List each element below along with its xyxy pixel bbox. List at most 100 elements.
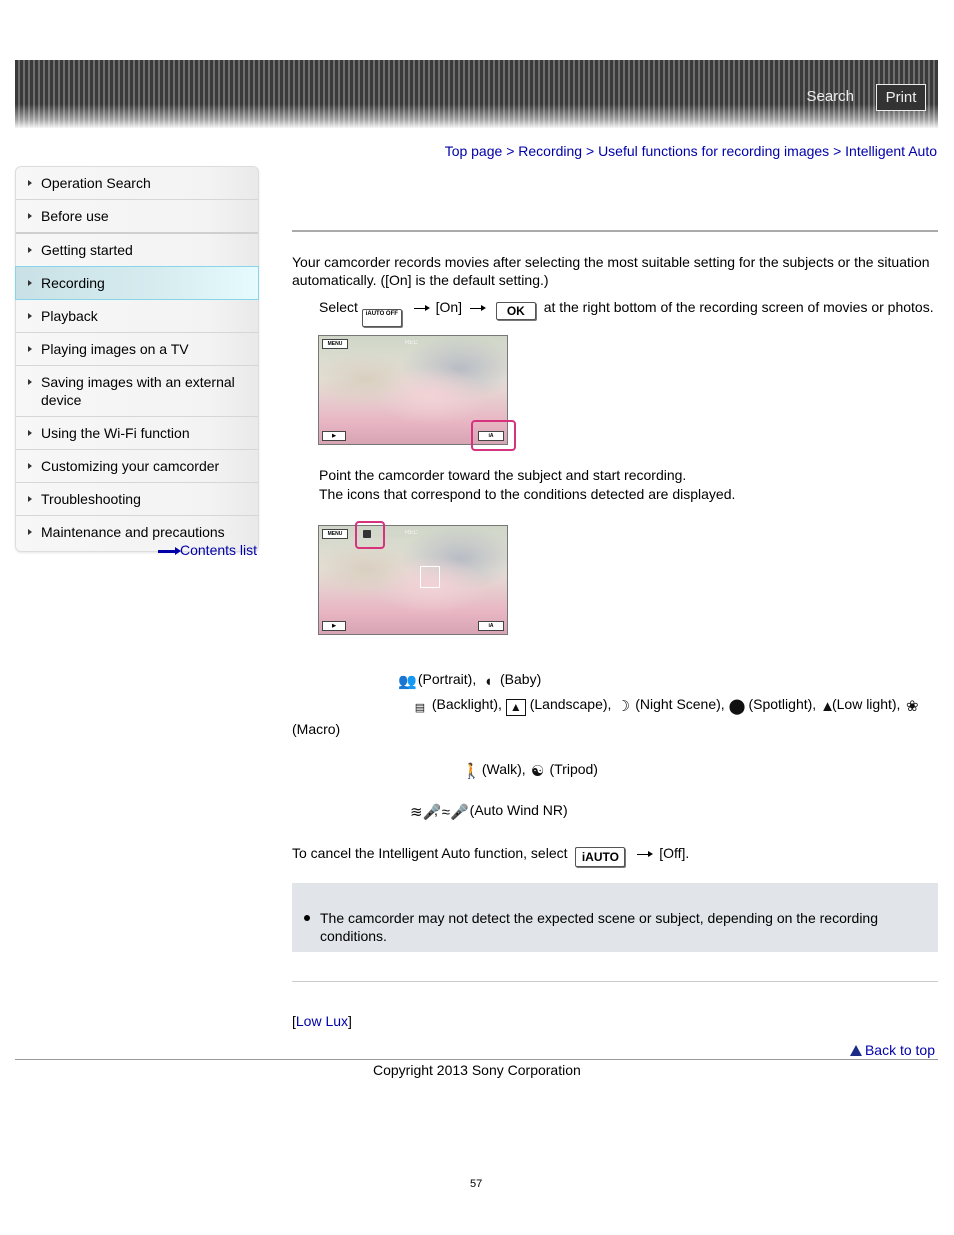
menu-button-icon: MENU — [322, 529, 348, 539]
portrait-label: (Portrait), — [417, 671, 477, 687]
low-light-icon: ▲ — [820, 698, 835, 715]
triangle-right-icon — [28, 529, 32, 535]
back-to-top-label: Back to top — [864, 1042, 935, 1058]
arrow-icon — [469, 304, 486, 311]
sidebar-item-label: Troubleshooting — [41, 491, 141, 507]
breadcrumb-separator: > — [833, 143, 842, 159]
triangle-up-icon — [849, 1045, 862, 1056]
intelligent-auto-icon: iAUTO — [575, 847, 626, 867]
note-text: The camcorder may not detect the expecte… — [320, 910, 879, 944]
sidebar-item-label: Getting started — [41, 242, 133, 258]
sidebar-item-recording[interactable]: Recording — [15, 266, 259, 300]
macro-label: (Macro) — [292, 721, 341, 737]
spotlight-label: (Spotlight), — [748, 696, 817, 712]
auto-wind-nr-icon: ≈🎤 — [441, 804, 469, 821]
tripod-label: (Tripod) — [549, 761, 598, 777]
sidebar-item-label: Operation Search — [41, 175, 151, 191]
breadcrumb-useful-functions[interactable]: Useful functions for recording images — [598, 143, 829, 159]
breadcrumb-recording[interactable]: Recording — [518, 143, 582, 159]
triangle-right-icon — [28, 496, 32, 502]
copyright: Copyright 2013 Sony Corporation — [373, 1062, 581, 1078]
contents-list-label: Contents list — [180, 542, 258, 558]
baby-icon: ◖ — [483, 673, 493, 690]
sidebar-item-playing-on-tv[interactable]: Playing images on a TV — [16, 333, 258, 366]
step2-line2: The icons that correspond to the conditi… — [319, 486, 736, 502]
backlight-label: (Backlight), — [431, 696, 502, 712]
bullet-icon — [304, 915, 310, 921]
print-button[interactable]: Print — [876, 84, 926, 111]
triangle-right-icon — [28, 280, 32, 286]
back-to-top-link[interactable]: Back to top — [849, 1042, 935, 1058]
scene-detection-line: ▤ (Backlight), ▲ (Landscape), ☽ (Night S… — [412, 693, 920, 716]
header-bar: Search Print — [15, 60, 938, 128]
related-topics: [Low Lux] — [292, 1012, 352, 1030]
face-detection-frame — [420, 566, 440, 588]
arrow-right-icon — [158, 546, 181, 555]
sidebar-item-getting-started[interactable]: Getting started — [16, 234, 258, 267]
sidebar-item-label: Maintenance and precautions — [41, 524, 225, 540]
step1-prefix: Select — [319, 299, 358, 315]
sidebar-item-label: Customizing your camcorder — [41, 458, 220, 474]
spotlight-icon: ⬤ — [728, 698, 746, 715]
triangle-right-icon — [28, 346, 32, 352]
baby-label: (Baby) — [500, 671, 542, 687]
cancel-prefix: To cancel the Intelligent Auto function,… — [292, 845, 568, 861]
backlight-icon: ▤ — [414, 702, 426, 714]
triangle-right-icon — [28, 180, 32, 186]
intro-paragraph: Your camcorder records movies after sele… — [292, 254, 930, 288]
step2-line1: Point the camcorder toward the subject a… — [319, 467, 687, 483]
sidebar-item-label: Before use — [41, 208, 109, 224]
sidebar-item-label: Playback — [41, 308, 98, 324]
sidebar-item-troubleshooting[interactable]: Troubleshooting — [16, 483, 258, 516]
recording-screen-illustration-2: MENU REC ▶ iA — [318, 525, 508, 635]
low-lux-link[interactable]: Low Lux — [296, 1013, 348, 1029]
menu-button-icon: MENU — [322, 339, 348, 349]
arrow-icon — [413, 304, 430, 311]
highlight-ring — [355, 521, 385, 549]
playback-button-icon: ▶ — [322, 621, 346, 631]
contents-list-link[interactable]: Contents list — [158, 542, 257, 558]
breadcrumb: Top page > Recording > Useful functions … — [445, 143, 937, 159]
walk-icon: 🚶 — [462, 763, 481, 780]
step-point-camcorder: Point the camcorder toward the subject a… — [319, 466, 735, 504]
separator: , — [434, 802, 438, 818]
breadcrumb-separator: > — [585, 143, 595, 159]
title-divider — [292, 230, 938, 232]
camera-shake-line: 🚶 (Walk), ☯ (Tripod) — [462, 758, 598, 780]
sidebar-item-saving-external[interactable]: Saving images with an external device — [16, 366, 258, 417]
breadcrumb-intelligent-auto[interactable]: Intelligent Auto — [845, 143, 937, 159]
ok-button-icon: OK — [495, 302, 536, 320]
rec-indicator: REC — [405, 340, 418, 346]
face-detection-line: 👥 (Portrait), ◖ (Baby) — [398, 668, 541, 690]
portrait-icon: 👥 — [398, 673, 417, 690]
triangle-right-icon — [28, 463, 32, 469]
playback-button-icon: ▶ — [322, 431, 346, 441]
on-option-label: [On] — [435, 299, 463, 315]
step-select-on: Select iAUTO OFF [On] OK at the right bo… — [319, 297, 934, 327]
cancel-instruction: To cancel the Intelligent Auto function,… — [292, 843, 689, 867]
auto-wind-nr-label: (Auto Wind NR) — [469, 802, 568, 818]
night-scene-label: (Night Scene), — [635, 696, 725, 712]
sidebar-item-label: Playing images on a TV — [41, 341, 189, 357]
triangle-right-icon — [28, 313, 32, 319]
triangle-right-icon — [28, 430, 32, 436]
step1-suffix: at the right bottom of the recording scr… — [543, 299, 934, 315]
triangle-right-icon — [28, 213, 32, 219]
breadcrumb-separator: > — [506, 143, 515, 159]
breadcrumb-top-page[interactable]: Top page — [445, 143, 503, 159]
sidebar-item-customizing[interactable]: Customizing your camcorder — [16, 450, 258, 483]
sidebar-item-label: Saving images with an external device — [41, 374, 235, 408]
sidebar-item-playback[interactable]: Playback — [16, 300, 258, 333]
sidebar-item-label: Recording — [41, 275, 105, 291]
triangle-right-icon — [28, 379, 32, 385]
sidebar-item-operation-search[interactable]: Operation Search — [16, 167, 258, 200]
arrow-icon — [637, 850, 654, 857]
search-link[interactable]: Search — [806, 88, 854, 105]
related-divider — [292, 981, 938, 982]
sidebar-item-wifi[interactable]: Using the Wi-Fi function — [16, 417, 258, 450]
sidebar-item-before-use[interactable]: Before use — [16, 200, 258, 234]
landscape-icon: ▲ — [505, 699, 526, 716]
highlight-ring — [471, 420, 516, 451]
note-box: The camcorder may not detect the expecte… — [292, 883, 938, 952]
night-scene-icon: ☽ — [616, 698, 631, 715]
